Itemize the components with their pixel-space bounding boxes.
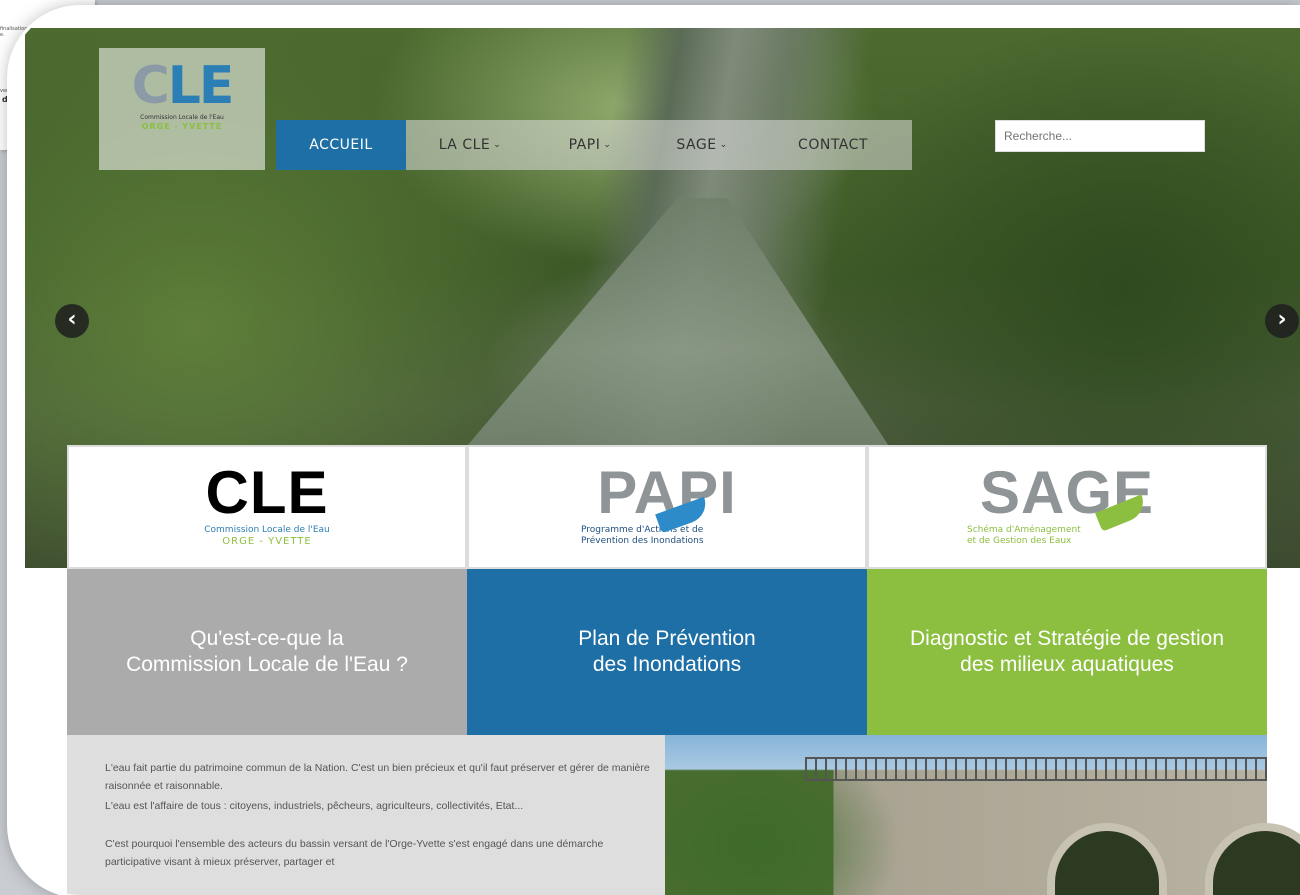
cle-logo-region: ORGE - YVETTE	[222, 536, 312, 547]
chevron-down-icon: ⌄	[603, 140, 612, 150]
nav-item-accueil[interactable]: ACCUEIL	[276, 120, 406, 170]
sage-logo-title: SAGE	[979, 459, 1155, 526]
bridge-arch	[1205, 823, 1300, 895]
partner-logo-cards: CLE Commission Locale de l'Eau ORGE - YV…	[67, 445, 1267, 569]
nav-item-contact[interactable]: CONTACT	[758, 120, 908, 170]
card-cle[interactable]: CLE Commission Locale de l'Eau ORGE - YV…	[67, 445, 467, 569]
chevron-down-icon: ⌄	[493, 140, 502, 150]
cle-logo-subtitle: Commission Locale de l'Eau	[204, 525, 330, 535]
card-sage[interactable]: SAGE Schéma d'Aménagement et de Gestion …	[867, 445, 1267, 569]
logo-wordmark: CLE	[131, 56, 235, 116]
bridge-arch	[1047, 823, 1167, 895]
link-block-papi[interactable]: Plan de Prévention des Inondations	[467, 569, 867, 735]
chevron-left-icon: ‹	[67, 307, 77, 332]
logo-subtitle: Commission Locale de l'Eau	[140, 114, 224, 121]
intro-paragraph: L'eau est l'affaire de tous : citoyens, …	[105, 800, 524, 812]
nav-item-papi[interactable]: PAPI ⌄	[534, 120, 646, 170]
cle-logo-title: CLE	[205, 459, 329, 526]
link-block-cle[interactable]: Qu'est-ce-que la Commission Locale de l'…	[67, 569, 467, 735]
slider-prev-button[interactable]: ‹	[55, 304, 89, 338]
intro-paragraph: L'eau fait partie du patrimoine commun d…	[105, 762, 650, 792]
website-window: CLE Commission Locale de l'Eau ORGE · YV…	[10, 8, 1300, 895]
background-text: e.	[0, 32, 5, 38]
logo-region: ORGE · YVETTE	[141, 122, 223, 131]
papi-logo-subtitle-2: Prévention des Inondations	[581, 536, 704, 546]
sage-logo-subtitle-2: et de Gestion des Eaux	[967, 536, 1072, 546]
nav-item-la-cle[interactable]: LA CLE ⌄	[406, 120, 534, 170]
site-logo[interactable]: CLE Commission Locale de l'Eau ORGE · YV…	[99, 48, 265, 170]
intro-paragraph: C'est pourquoi l'ensemble des acteurs du…	[105, 838, 604, 868]
search-input[interactable]	[995, 120, 1205, 152]
bridge-railing	[805, 757, 1267, 781]
intro-text-panel: L'eau fait partie du patrimoine commun d…	[67, 735, 665, 895]
chevron-down-icon: ⌄	[719, 140, 728, 150]
papi-logo-subtitle-1: Programme d'Actions et de	[581, 525, 704, 535]
link-block-sage[interactable]: Diagnostic et Stratégie de gestion des m…	[867, 569, 1267, 735]
chevron-right-icon: ›	[1277, 307, 1287, 332]
slider-next-button[interactable]: ›	[1265, 304, 1299, 338]
bridge-photo	[665, 735, 1300, 895]
sage-logo-subtitle-1: Schéma d'Aménagement	[967, 525, 1081, 535]
card-papi[interactable]: PAPI Programme d'Actions et de Préventio…	[467, 445, 867, 569]
main-nav: ACCUEIL LA CLE ⌄ PAPI ⌄ SAGE ⌄ CONTACT	[276, 120, 912, 170]
nav-item-sage[interactable]: SAGE ⌄	[646, 120, 758, 170]
section-links: Qu'est-ce-que la Commission Locale de l'…	[67, 569, 1267, 735]
